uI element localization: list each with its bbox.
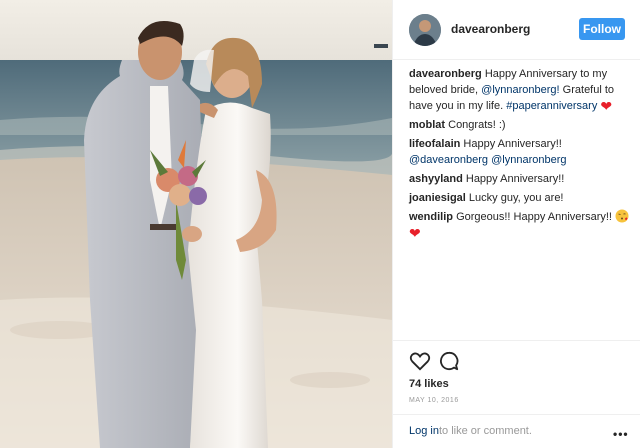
heart-outline-icon[interactable] — [409, 351, 431, 371]
comment-text: Gorgeous!! Happy Anniversary!! — [456, 211, 612, 223]
comment-text: Lucky guy, you are! — [468, 192, 564, 204]
list-item: joaniesigal Lucky guy, you are! — [409, 190, 631, 206]
caption-mention[interactable]: @lynnaronberg! — [481, 84, 559, 96]
beach-couple-photo — [0, 0, 392, 448]
login-prompt-text: to like or comment. — [439, 425, 532, 437]
more-options-icon[interactable]: ••• — [613, 427, 629, 441]
login-link[interactable]: Log in — [409, 425, 439, 437]
red-heart-emoji-icon: ❤ — [409, 225, 421, 241]
follow-button[interactable]: Follow — [579, 18, 625, 40]
avatar-image — [409, 14, 441, 46]
avatar[interactable] — [409, 14, 441, 46]
comment-mention[interactable]: @lynnaronberg — [491, 154, 566, 166]
caption: davearonberg Happy Anniversary to my bel… — [409, 66, 631, 114]
speech-bubble-icon[interactable] — [439, 351, 459, 371]
post-date: MAY 10, 2016 — [409, 397, 459, 404]
comments-list: davearonberg Happy Anniversary to my bel… — [409, 66, 631, 244]
likes-count[interactable]: 74 likes — [409, 378, 449, 390]
comment-mention[interactable]: @davearonberg — [409, 154, 488, 166]
post-actions: 74 likes MAY 10, 2016 — [393, 340, 640, 404]
post-footer: Log in to like or comment. ••• — [393, 414, 640, 448]
post-side-panel: davearonberg Follow davearonberg Happy A… — [392, 0, 640, 448]
face-blowing-kiss-emoji-icon — [615, 209, 629, 223]
comment-text: Happy Anniversary!! — [463, 138, 562, 150]
red-heart-emoji-icon: ❤ — [600, 98, 613, 114]
caption-hashtag[interactable]: #paperanniversary — [506, 100, 597, 112]
header-username[interactable]: davearonberg — [451, 22, 530, 36]
list-item: ashyyland Happy Anniversary!! — [409, 171, 631, 187]
comment-username[interactable]: joaniesigal — [409, 192, 466, 204]
comment-username[interactable]: wendilip — [409, 211, 453, 223]
list-item: wendilip Gorgeous!! Happy Anniversary!! … — [409, 209, 631, 241]
post-photo[interactable] — [0, 0, 392, 448]
comment-username[interactable]: ashyyland — [409, 173, 463, 185]
list-item: moblat Congrats! :) — [409, 117, 631, 133]
comment-text: Congrats! :) — [448, 119, 506, 131]
comment-username[interactable]: moblat — [409, 119, 445, 131]
comment-text: Happy Anniversary!! — [465, 173, 565, 185]
caption-username[interactable]: davearonberg — [409, 68, 482, 80]
post-header: davearonberg Follow — [393, 0, 640, 60]
comment-username[interactable]: lifeofalain — [409, 138, 460, 150]
list-item: lifeofalain Happy Anniversary!! @davearo… — [409, 136, 631, 168]
